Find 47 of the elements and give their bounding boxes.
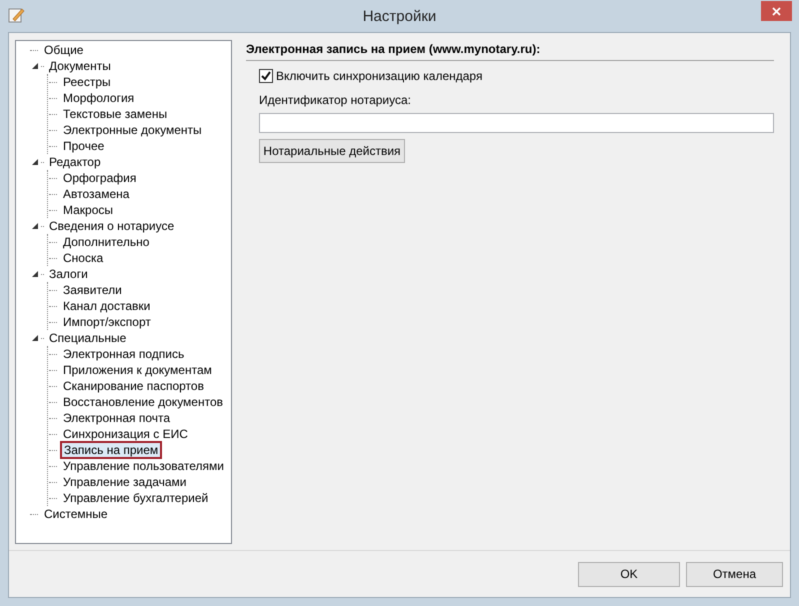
tree-item[interactable]: Специальные <box>46 330 130 346</box>
notarial-actions-button[interactable]: Нотариальные действия <box>259 139 405 163</box>
tree-item[interactable]: Сноска <box>60 250 106 266</box>
collapse-icon[interactable] <box>32 335 38 341</box>
section-heading: Электронная запись на прием (www.mynotary.ru): <box>246 40 774 61</box>
tree-item[interactable]: Управление пользователями <box>60 458 227 474</box>
tree-item[interactable]: Реестры <box>60 74 114 90</box>
close-button[interactable] <box>761 1 792 21</box>
tree-item[interactable]: Прочее <box>60 138 108 154</box>
tree-item[interactable]: Заявители <box>60 282 125 298</box>
tree-item[interactable]: Системные <box>41 506 111 522</box>
tree-item[interactable]: Дополнительно <box>60 234 152 250</box>
tree-item[interactable]: Восстановление документов <box>60 394 226 410</box>
checkbox[interactable] <box>259 69 273 83</box>
notary-id-field[interactable] <box>259 113 774 133</box>
tree-item[interactable]: Импорт/экспорт <box>60 314 154 330</box>
collapse-icon[interactable] <box>32 159 38 165</box>
notepad-icon <box>8 7 25 23</box>
collapse-icon[interactable] <box>32 271 38 277</box>
tree-item[interactable]: Запись на прием <box>60 441 162 459</box>
tree-item[interactable]: Автозамена <box>60 186 132 202</box>
tree-item[interactable]: Редактор <box>46 154 104 170</box>
ok-button[interactable]: OK <box>578 562 680 586</box>
tree-item[interactable]: Морфология <box>60 90 138 106</box>
cancel-button[interactable]: Отмена <box>686 562 783 586</box>
collapse-icon[interactable] <box>32 223 38 229</box>
window-title: Настройки <box>362 8 436 24</box>
tree-item[interactable]: Синхронизация с ЕИС <box>60 426 191 442</box>
tree-item[interactable]: Макросы <box>60 202 116 218</box>
tree-item[interactable]: Управление бухгалтерией <box>60 490 212 506</box>
tree-item[interactable]: Документы <box>46 58 114 74</box>
tree-item[interactable]: Электронная подпись <box>60 346 188 362</box>
tree-item[interactable]: Приложения к документам <box>60 362 215 378</box>
checkbox-label: Включить синхронизацию календаря <box>276 69 482 83</box>
close-icon <box>772 6 781 16</box>
tree-item[interactable]: Сканирование паспортов <box>60 378 207 394</box>
tree-item[interactable]: Общие <box>41 42 86 58</box>
tree-item[interactable]: Электронная почта <box>60 410 174 426</box>
collapse-icon[interactable] <box>32 63 38 69</box>
tree-item[interactable]: Залоги <box>46 266 91 282</box>
tree-item[interactable]: Электронные документы <box>60 122 205 138</box>
tree-item[interactable]: Управление задачами <box>60 474 190 490</box>
tree-item[interactable]: Текстовые замены <box>60 106 170 122</box>
tree-item[interactable]: Сведения о нотариусе <box>46 218 178 234</box>
field-label: Идентификатор нотариуса: <box>259 93 411 107</box>
tree-item[interactable]: Орфография <box>60 170 140 186</box>
tree-item[interactable]: Канал доставки <box>60 298 154 314</box>
